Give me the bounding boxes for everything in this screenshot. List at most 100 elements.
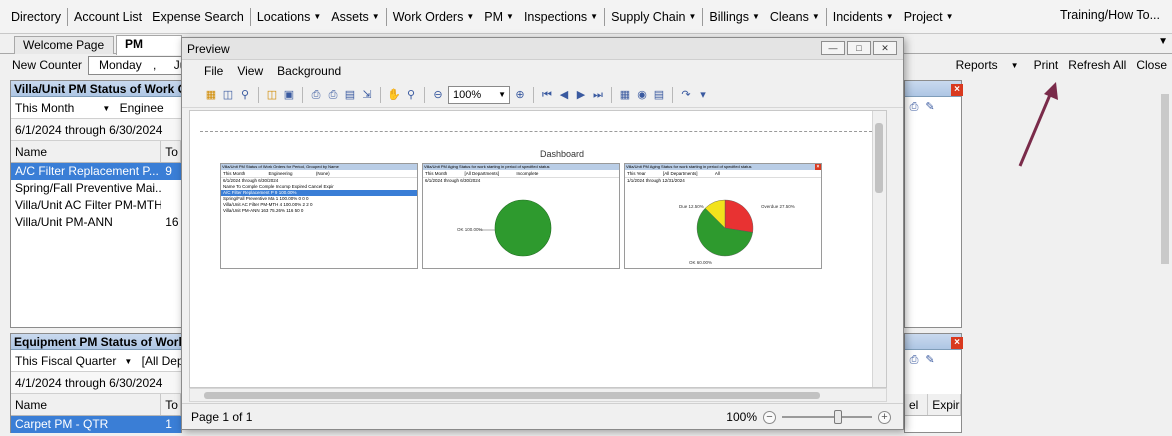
preview-menu-background[interactable]: Background [277, 60, 341, 82]
menu-account-list[interactable]: Account List [69, 8, 147, 26]
date-range: 6/1/2024 through 6/30/2024 [11, 119, 181, 141]
column-header-expir[interactable]: Expir [928, 394, 961, 415]
mini-filter-dept: [All Departments] [663, 171, 698, 176]
page-scrollbar-thumb[interactable] [1161, 94, 1169, 264]
mini-villa-status-grid: Villa/Unit PM Status of Work Orders for … [220, 163, 418, 269]
last-page-icon[interactable]: ⏭ [591, 88, 605, 102]
menu-label: Incidents [832, 9, 883, 24]
document-map-icon[interactable]: ◫ [221, 88, 235, 102]
zoom-slider-thumb[interactable] [834, 410, 842, 424]
preview-horizontal-scrollbar[interactable] [189, 388, 887, 402]
print-button[interactable]: Print [1029, 58, 1064, 72]
column-header-total[interactable]: To [161, 141, 181, 162]
export-document-icon[interactable]: ↷ [679, 88, 693, 102]
menu-separator [249, 7, 251, 26]
first-page-icon[interactable]: ⏮ [540, 88, 554, 102]
next-page-icon[interactable]: ▶ [574, 88, 588, 102]
page-margin-top [200, 131, 872, 132]
preview-vscroll-thumb[interactable] [875, 123, 883, 193]
menu-separator [825, 7, 827, 26]
zoom-out-icon[interactable]: − [763, 410, 776, 424]
find-icon[interactable]: ⚲ [238, 88, 252, 102]
tab-welcome-page[interactable]: Welcome Page [14, 36, 114, 54]
zoom-in-icon[interactable]: ⊕ [513, 88, 527, 102]
scale-icon[interactable]: ⇲ [360, 88, 374, 102]
period-value: This Fiscal Quarter [15, 354, 117, 368]
printer-icon[interactable]: ⎙ [907, 353, 921, 367]
page-scrollbar[interactable] [1158, 78, 1172, 430]
menu-expense-search[interactable]: Expense Search [147, 8, 249, 26]
department-select[interactable]: [All Dep [142, 354, 181, 368]
tab-overflow-icon[interactable]: ▼ [1158, 36, 1168, 47]
table-row[interactable]: Spring/Fall Preventive Mai... [11, 180, 181, 197]
export-icon[interactable]: ✎ [923, 353, 937, 367]
preview-menu-view[interactable]: View [237, 60, 263, 82]
zoom-in-icon[interactable]: + [878, 410, 891, 424]
close-window-button[interactable]: ✕ [873, 41, 897, 55]
parameters-icon[interactable]: ▦ [204, 88, 218, 102]
table-row[interactable]: Villa/Unit PM-ANN 16 [11, 214, 181, 231]
column-header-name[interactable]: Name [11, 394, 162, 415]
background-color-icon[interactable]: ◉ [635, 88, 649, 102]
save-icon[interactable]: ▣ [282, 88, 296, 102]
preview-menu-file[interactable]: File [204, 60, 223, 82]
dashboard-title: Dashboard [540, 149, 585, 159]
previous-page-icon[interactable]: ◀ [557, 88, 571, 102]
menu-label: Work Orders [392, 9, 464, 24]
multiple-pages-icon[interactable]: ▦ [618, 88, 632, 102]
mini-filter-status: Incomplete [516, 171, 539, 176]
minimize-button[interactable]: — [821, 41, 845, 55]
menu-inspections[interactable]: Inspections ▼ [519, 8, 603, 26]
close-button[interactable]: Close [1131, 58, 1172, 72]
menu-cleans[interactable]: Cleans ▼ [765, 8, 825, 26]
tab-pm-dashboard[interactable]: PM Dashb [116, 35, 182, 68]
print-icon[interactable]: ⎙ [309, 88, 323, 102]
more-options-icon[interactable]: ▾ [696, 88, 710, 102]
toolbar-separator [672, 86, 673, 103]
menu-assets[interactable]: Assets ▼ [326, 8, 384, 26]
table-row[interactable]: A/C Filter Replacement P... 9 [11, 163, 181, 180]
column-header-total[interactable]: To [161, 394, 181, 415]
preview-menu-bar: File View Background [182, 60, 903, 82]
chevron-down-icon: ▼ [590, 12, 599, 22]
column-header-name[interactable]: Name [11, 141, 162, 162]
watermark-icon[interactable]: ▤ [652, 88, 666, 102]
zoom-select[interactable]: 100% ▼ [448, 85, 510, 104]
menu-label: PM [484, 9, 504, 24]
close-icon[interactable]: × [951, 84, 963, 96]
menu-incidents[interactable]: Incidents ▼ [828, 8, 899, 26]
page-setup-icon[interactable]: ▤ [343, 88, 357, 102]
preview-vertical-scrollbar[interactable] [872, 111, 886, 387]
column-header-cancel[interactable]: el [905, 394, 929, 415]
open-icon[interactable]: ◫ [265, 88, 279, 102]
menu-supply-chain[interactable]: Supply Chain ▼ [606, 8, 701, 26]
menu-directory[interactable]: Directory [6, 8, 66, 26]
menu-training[interactable]: Training/How To... [1060, 8, 1160, 22]
zoom-out-icon[interactable]: ⊖ [431, 88, 445, 102]
period-select[interactable]: This Fiscal Quarter ▼ [15, 354, 132, 368]
menu-pm[interactable]: PM ▼ [479, 8, 519, 26]
export-icon[interactable]: ✎ [923, 100, 937, 114]
close-icon[interactable]: × [951, 337, 963, 349]
preview-title-bar[interactable]: Preview — □ ✕ [182, 38, 903, 60]
quick-print-icon[interactable]: ⎙ [326, 88, 340, 102]
table-row[interactable]: Carpet PM - QTR 1 [11, 416, 181, 433]
menu-billings[interactable]: Billings ▼ [704, 8, 765, 26]
mini-filter-dept: Engineering [268, 171, 293, 176]
menu-project[interactable]: Project ▼ [899, 8, 959, 26]
printer-icon[interactable]: ⎙ [907, 100, 921, 114]
chevron-down-icon: ▼ [102, 103, 111, 113]
magnifier-icon[interactable]: ⚲ [404, 88, 418, 102]
refresh-all-button[interactable]: Refresh All [1063, 58, 1131, 72]
reports-menu[interactable]: Reports ▼ [946, 58, 1029, 72]
preview-hscroll-thumb[interactable] [204, 392, 820, 399]
hand-tool-icon[interactable]: ✋ [387, 88, 401, 102]
period-select[interactable]: This Month ▼ [15, 101, 110, 115]
menu-work-orders[interactable]: Work Orders ▼ [388, 8, 480, 26]
preview-canvas[interactable]: Dashboard Villa/Unit PM Status of Work O… [189, 110, 887, 388]
menu-locations[interactable]: Locations ▼ [252, 8, 326, 26]
table-row[interactable]: Villa/Unit AC Filter PM-MTH [11, 197, 181, 214]
department-select[interactable]: Enginee [120, 101, 164, 115]
zoom-slider[interactable] [782, 410, 872, 424]
maximize-button[interactable]: □ [847, 41, 871, 55]
